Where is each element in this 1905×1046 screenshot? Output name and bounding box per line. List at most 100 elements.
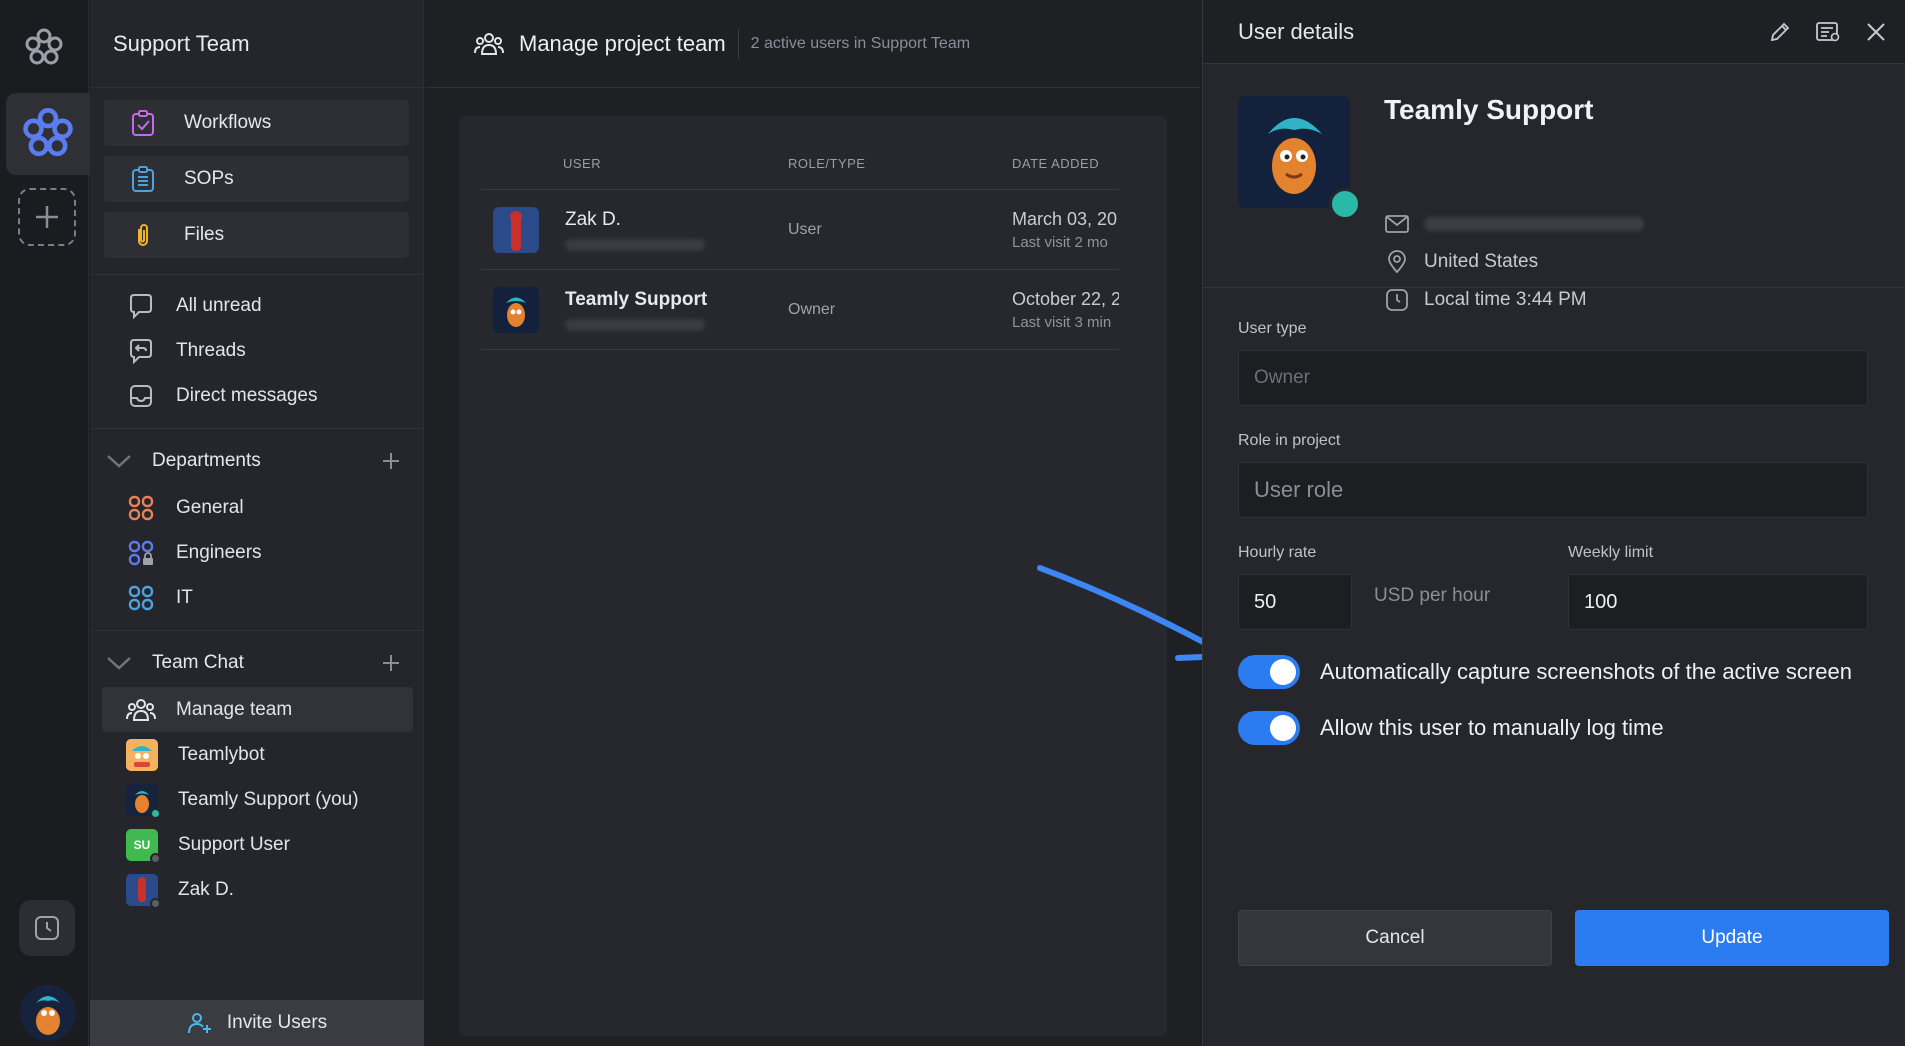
sidebar-item-workflows[interactable]: Workflows <box>104 100 409 146</box>
user-type-field[interactable]: Owner <box>1238 350 1868 406</box>
hourly-rate-unit: USD per hour <box>1374 585 1491 606</box>
add-user-icon <box>187 1011 213 1035</box>
sidebar-item-label: Support User <box>178 833 290 855</box>
sidebar-item-label: All unread <box>176 294 262 316</box>
departments-section: Departments General Engineers IT <box>90 437 423 631</box>
date-added: March 03, 20 <box>1012 208 1118 229</box>
sidebar-item-zak-d[interactable]: Zak D. <box>90 867 423 912</box>
sidebar-item-label: Direct messages <box>176 384 318 406</box>
main-header: Manage project team 2 active users in Su… <box>425 0 1200 88</box>
sidebar-item-general[interactable]: General <box>90 485 423 530</box>
user-name: Teamly Support <box>565 288 708 310</box>
update-button[interactable]: Update <box>1575 910 1889 966</box>
cell-user: Zak D. <box>481 206 788 253</box>
cancel-button[interactable]: Cancel <box>1238 910 1552 966</box>
date-added: October 22, 2 <box>1012 288 1119 309</box>
details-card-icon[interactable] <box>1813 17 1843 47</box>
chevron-down-icon[interactable] <box>104 446 134 476</box>
workspace-rail <box>0 0 90 1046</box>
team-chat-header[interactable]: Team Chat <box>90 639 423 687</box>
offline-status-dot <box>150 852 161 864</box>
sidebar-item-threads[interactable]: Threads <box>90 328 423 373</box>
hourly-rate-label: Hourly rate <box>1238 544 1317 561</box>
zak-avatar <box>126 873 161 909</box>
table-row[interactable]: Teamly Support Owner October 22, 2 Last … <box>481 270 1119 350</box>
column-role[interactable]: ROLE/TYPE <box>788 156 1012 171</box>
online-status-dot <box>150 807 161 819</box>
cell-date: March 03, 20 Last visit 2 mo <box>1012 209 1119 251</box>
sidebar-item-sops[interactable]: SOPs <box>104 156 409 202</box>
manual-time-toggle-label: Allow this user to manually log time <box>1320 715 1664 740</box>
departments-header[interactable]: Departments <box>90 437 423 485</box>
role-in-project-input[interactable]: User role <box>1238 462 1868 518</box>
paperclip-icon <box>128 220 158 250</box>
sidebar-item-direct-messages[interactable]: Direct messages <box>90 373 423 418</box>
sidebar-item-engineers[interactable]: Engineers <box>90 530 423 575</box>
profile-email <box>1384 214 1644 234</box>
profile-local-time: Local time 3:44 PM <box>1384 289 1587 311</box>
column-date[interactable]: DATE ADDED <box>1012 156 1119 171</box>
weekly-limit-label: Weekly limit <box>1568 544 1654 561</box>
location-pin-icon <box>1384 250 1410 274</box>
workspace-title: Support Team <box>90 0 423 88</box>
sidebar-item-files[interactable]: Files <box>104 212 409 258</box>
sidebar-item-teamly-support[interactable]: Teamly Support (you) <box>90 777 423 822</box>
profile-name: Teamly Support <box>1384 94 1594 125</box>
thread-icon <box>126 336 156 366</box>
manual-time-toggle[interactable] <box>1238 711 1300 745</box>
sidebar-item-all-unread[interactable]: All unread <box>90 283 423 328</box>
sidebar-item-teamlybot[interactable]: Teamlybot <box>90 732 423 777</box>
sidebar-item-support-user[interactable]: SU Support User <box>90 822 423 867</box>
sidebar-item-label: Manage team <box>176 698 293 720</box>
chevron-down-icon[interactable] <box>104 648 134 678</box>
close-icon[interactable] <box>1861 17 1891 47</box>
screenshot-toggle-label: Automatically capture screenshots of the… <box>1320 659 1852 684</box>
add-workspace-button[interactable] <box>18 188 76 246</box>
blurred-email <box>565 238 705 251</box>
zak-avatar <box>493 206 539 253</box>
teamly-support-avatar <box>126 783 161 819</box>
screenshot-toggle-row: Automatically capture screenshots of the… <box>1238 652 1868 692</box>
cell-role: Owner <box>788 300 836 318</box>
invite-users-button[interactable]: Invite Users <box>90 1000 424 1046</box>
header-divider <box>737 28 739 59</box>
department-grid-lock-icon <box>126 538 156 568</box>
team-chat-section: Team Chat Manage team Teamlybot Teamly S… <box>90 639 423 912</box>
page-subtitle: 2 active users in Support Team <box>750 34 971 52</box>
manual-time-toggle-row: Allow this user to manually log time <box>1238 708 1868 748</box>
teamly-logo-icon[interactable] <box>22 26 66 70</box>
sidebar-item-manage-team[interactable]: Manage team <box>102 687 413 732</box>
sidebar-item-label: Engineers <box>176 541 262 563</box>
table-row[interactable]: Zak D. User March 03, 20 Last visit 2 mo <box>481 190 1119 270</box>
last-visit: Last visit 3 min <box>1012 313 1112 331</box>
team-chat-title: Team Chat <box>152 652 244 673</box>
plus-icon <box>36 206 58 228</box>
user-name: Zak D. <box>565 208 621 230</box>
mail-icon <box>1384 214 1410 234</box>
online-status-dot <box>1329 188 1361 220</box>
main-content: Manage project team 2 active users in Su… <box>425 0 1200 1046</box>
role-label: Role in project <box>1238 432 1341 449</box>
clipboard-check-icon <box>128 108 158 138</box>
checklist-icon <box>128 164 158 194</box>
details-actions <box>1765 17 1891 47</box>
screenshot-capture-toggle[interactable] <box>1238 655 1300 689</box>
time-tracker-button[interactable] <box>19 900 75 956</box>
user-avatar[interactable] <box>20 985 76 1041</box>
hourly-rate-input[interactable]: 50 <box>1238 574 1352 630</box>
column-user[interactable]: USER <box>481 156 788 171</box>
edit-icon[interactable] <box>1765 17 1795 47</box>
details-header: User details <box>1203 0 1905 64</box>
sidebar-item-label: Files <box>184 224 225 245</box>
department-grid-icon <box>126 493 156 523</box>
table-header: USER ROLE/TYPE DATE ADDED <box>481 138 1119 190</box>
sidebar-item-label: General <box>176 496 244 518</box>
user-profile: Teamly Support United States Local time … <box>1203 64 1905 311</box>
add-department-icon[interactable] <box>379 449 403 473</box>
sidebar-item-label: Teamly Support (you) <box>178 788 359 810</box>
workspace-support-team-icon[interactable] <box>6 93 90 175</box>
add-chat-icon[interactable] <box>379 651 403 675</box>
teamly-support-avatar <box>493 286 539 333</box>
weekly-limit-input[interactable]: 100 <box>1568 574 1868 630</box>
sidebar-item-it[interactable]: IT <box>90 575 423 620</box>
